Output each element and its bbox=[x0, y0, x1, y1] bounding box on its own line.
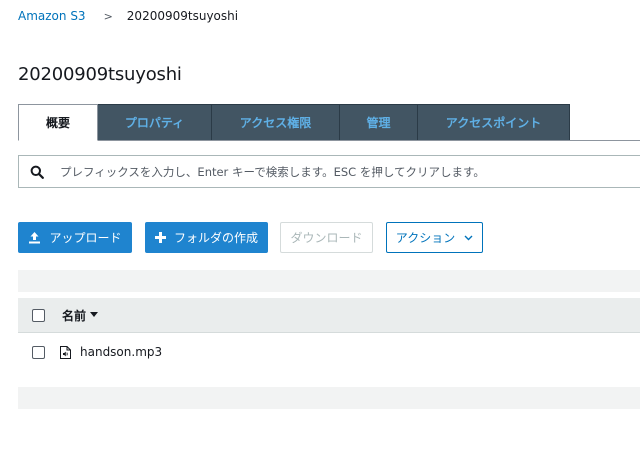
row-checkbox[interactable] bbox=[32, 345, 45, 359]
audio-file-icon bbox=[60, 345, 71, 359]
upload-button[interactable]: アップロード bbox=[18, 222, 132, 253]
tab-properties[interactable]: プロパティ bbox=[98, 104, 212, 140]
page-title: 20200909tsuyoshi bbox=[18, 64, 182, 85]
breadcrumb: Amazon S3 > 20200909tsuyoshi bbox=[18, 7, 238, 25]
upload-label: アップロード bbox=[49, 231, 122, 245]
table-footer-band bbox=[18, 387, 640, 409]
create-folder-button[interactable]: フォルダの作成 bbox=[145, 222, 268, 253]
tab-management[interactable]: 管理 bbox=[340, 104, 418, 140]
search-icon bbox=[30, 165, 44, 179]
actions-label: アクション bbox=[395, 231, 456, 245]
column-header-name[interactable]: 名前 bbox=[62, 307, 99, 324]
create-folder-label: フォルダの作成 bbox=[173, 231, 258, 245]
table-row[interactable]: handson.mp3 bbox=[18, 339, 640, 365]
plus-icon bbox=[154, 232, 166, 243]
breadcrumb-amazon-s3-link[interactable]: Amazon S3 bbox=[18, 9, 86, 23]
table-toolbar-band bbox=[18, 270, 640, 292]
upload-icon bbox=[29, 232, 41, 244]
breadcrumb-current: 20200909tsuyoshi bbox=[126, 9, 239, 23]
chevron-down-icon bbox=[464, 235, 473, 240]
sort-caret-icon bbox=[90, 312, 99, 317]
download-button[interactable]: ダウンロード bbox=[280, 222, 373, 253]
actions-dropdown[interactable]: アクション bbox=[386, 222, 483, 253]
search-box bbox=[18, 155, 640, 188]
tab-permissions[interactable]: アクセス権限 bbox=[212, 104, 340, 140]
select-all-checkbox[interactable] bbox=[32, 308, 45, 322]
file-name[interactable]: handson.mp3 bbox=[80, 345, 162, 359]
breadcrumb-separator: > bbox=[103, 9, 113, 23]
table-header: 名前 bbox=[18, 298, 640, 333]
tab-access-points[interactable]: アクセスポイント bbox=[418, 104, 570, 140]
column-name-label: 名前 bbox=[62, 308, 87, 323]
search-input[interactable] bbox=[58, 163, 640, 180]
tab-overview[interactable]: 概要 bbox=[18, 104, 98, 141]
tab-bar: 概要 プロパティ アクセス権限 管理 アクセスポイント bbox=[18, 104, 570, 141]
